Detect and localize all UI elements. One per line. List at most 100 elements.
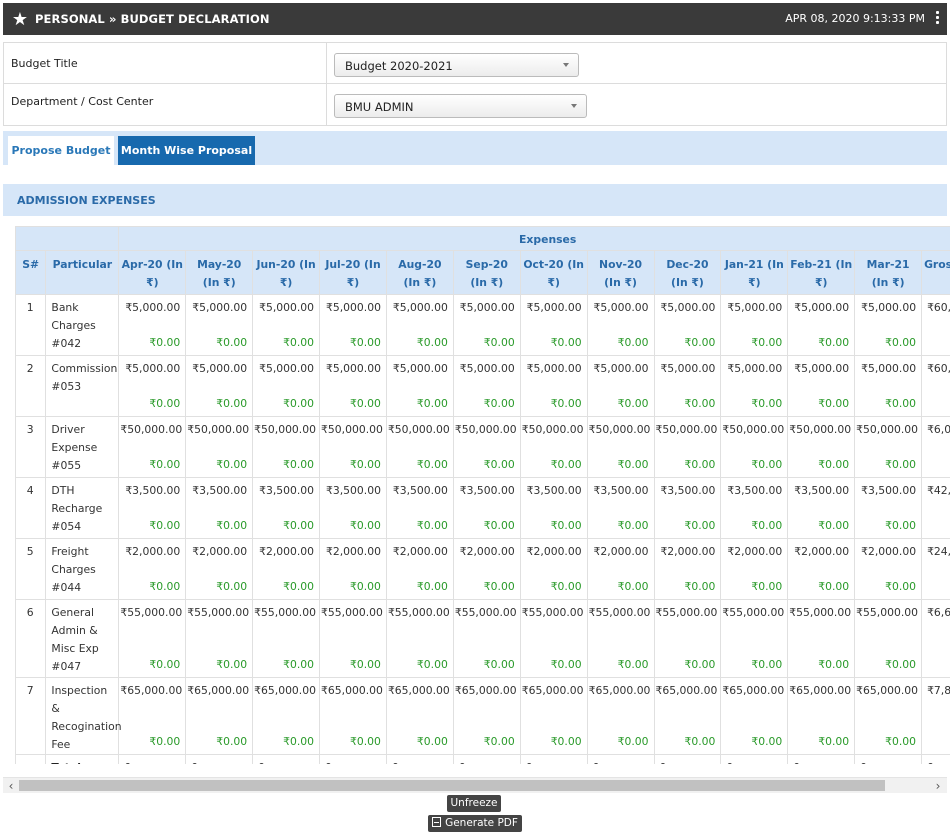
generate-pdf-button[interactable]: Generate PDF — [428, 815, 522, 832]
amount-cell[interactable]: ₹3,500.00 ₹0.00 — [586, 477, 655, 539]
unfreeze-button[interactable]: Unfreeze — [447, 795, 501, 812]
amount-cell[interactable]: ₹5,000.00 ₹0.00 — [586, 355, 655, 417]
amount-cell[interactable]: ₹3,500.00 ₹0.00 — [252, 477, 321, 539]
amount-cell[interactable]: ₹65,000.00 ₹0.00 — [118, 677, 187, 755]
amount-cell[interactable]: ₹3,500.00 ₹0.00 — [854, 477, 923, 539]
amount-cell[interactable]: ₹5,000.00 ₹0.00 — [519, 355, 588, 417]
amount-cell[interactable]: ₹65,000.00 ₹0.00 — [252, 677, 321, 755]
amount-cell[interactable]: ₹2,000.00 ₹0.00 — [319, 538, 387, 600]
amount-cell[interactable]: ₹50,000.00 ₹0.00 — [720, 416, 789, 478]
scroll-left-icon[interactable]: ‹ — [4, 779, 18, 793]
amount-cell[interactable]: ₹5,000.00 ₹0.00 — [319, 355, 387, 417]
amount-cell[interactable]: ₹5,000.00 ₹0.00 — [385, 355, 454, 417]
amount-cell[interactable]: ₹3,500.00 ₹0.00 — [720, 477, 789, 539]
amount-cell[interactable]: ₹50,000.00 ₹0.00 — [118, 416, 187, 478]
amount-cell[interactable]: ₹2,000.00 ₹0.00 — [185, 538, 254, 600]
amount-cell[interactable]: ₹50,000.00 ₹0.00 — [854, 416, 923, 478]
amount-cell[interactable]: ₹65,000.00 ₹0.00 — [854, 677, 923, 755]
amount-cell[interactable]: ₹5,000.00 ₹0.00 — [787, 294, 856, 356]
amount-cell[interactable]: ₹5,000.00 ₹0.00 — [720, 355, 789, 417]
amount-cell[interactable]: ₹55,000.00 ₹0.00 — [653, 599, 722, 678]
amount-cell[interactable]: ₹5,000.00 ₹0.00 — [720, 294, 789, 356]
amount-cell[interactable]: ₹55,000.00 ₹0.00 — [787, 599, 856, 678]
amount-cell[interactable]: ₹50,000.00 ₹0.00 — [519, 416, 588, 478]
amount-cell[interactable]: ₹3,500.00 ₹0.00 — [653, 477, 722, 539]
amount-cell[interactable]: ₹55,000.00 ₹0.00 — [385, 599, 454, 678]
amount-cell[interactable]: ₹55,000.00 ₹0.00 — [854, 599, 923, 678]
amount-cell[interactable]: ₹5,000.00 ₹0.00 — [319, 294, 387, 356]
column-header-particular: Particular — [45, 250, 120, 295]
amount-cell[interactable]: ₹3,500.00 ₹0.00 — [185, 477, 254, 539]
amount-cell[interactable]: ₹5,000.00 ₹0.00 — [653, 355, 722, 417]
actual-amount: ₹0.00 — [416, 336, 448, 349]
amount-cell[interactable]: ₹65,000.00 ₹0.00 — [452, 677, 521, 755]
amount-cell[interactable]: ₹50,000.00 ₹0.00 — [787, 416, 856, 478]
amount-cell[interactable]: ₹2,000.00 ₹0.00 — [586, 538, 655, 600]
amount-cell[interactable]: ₹5,000.00 ₹0.00 — [118, 355, 187, 417]
amount-cell[interactable]: ₹55,000.00 ₹0.00 — [519, 599, 588, 678]
amount-cell[interactable]: ₹3,500.00 ₹0.00 — [319, 477, 387, 539]
amount-cell[interactable]: ₹55,000.00 ₹0.00 — [586, 599, 655, 678]
amount-cell[interactable]: ₹5,000.00 ₹0.00 — [252, 294, 321, 356]
amount-cell[interactable]: ₹55,000.00 ₹0.00 — [452, 599, 521, 678]
amount-cell[interactable]: ₹2,000.00 ₹0.00 — [452, 538, 521, 600]
scrollbar-thumb[interactable] — [19, 780, 885, 791]
amount-cell[interactable]: ₹5,000.00 ₹0.00 — [854, 294, 923, 356]
amount-cell[interactable]: ₹50,000.00 ₹0.00 — [185, 416, 254, 478]
amount-cell[interactable]: ₹2,000.00 ₹0.00 — [720, 538, 789, 600]
amount-cell[interactable]: ₹2,000.00 ₹0.00 — [519, 538, 588, 600]
amount-cell[interactable]: ₹65,000.00 ₹0.00 — [385, 677, 454, 755]
amount-cell[interactable]: ₹50,000.00 ₹0.00 — [252, 416, 321, 478]
amount-cell[interactable]: ₹65,000.00 ₹0.00 — [319, 677, 387, 755]
star-icon[interactable]: ★ — [5, 9, 35, 30]
amount-cell[interactable]: ₹55,000.00 ₹0.00 — [252, 599, 321, 678]
amount-cell[interactable]: ₹55,000.00 ₹0.00 — [118, 599, 187, 678]
amount-cell[interactable]: ₹50,000.00 ₹0.00 — [319, 416, 387, 478]
amount-cell[interactable]: ₹5,000.00 ₹0.00 — [185, 294, 254, 356]
horizontal-scrollbar[interactable]: ‹ › — [3, 777, 947, 793]
amount-cell[interactable]: ₹5,000.00 ₹0.00 — [452, 355, 521, 417]
amount-cell[interactable]: ₹2,000.00 ₹0.00 — [787, 538, 856, 600]
budget-title-select[interactable]: Budget 2020-2021 — [334, 53, 579, 77]
budget-title-value: Budget 2020-2021 — [345, 59, 453, 73]
amount-cell[interactable]: ₹3,500.00 ₹0.00 — [452, 477, 521, 539]
tab-propose-budget[interactable]: Propose Budget — [8, 136, 114, 165]
amount-cell[interactable]: ₹5,000.00 ₹0.00 — [118, 294, 187, 356]
kebab-menu-icon[interactable] — [933, 9, 941, 29]
amount-cell[interactable]: ₹50,000.00 ₹0.00 — [586, 416, 655, 478]
amount-cell[interactable]: ₹2,000.00 ₹0.00 — [854, 538, 923, 600]
amount-cell[interactable]: ₹5,000.00 ₹0.00 — [653, 294, 722, 356]
amount-cell[interactable]: ₹2,000.00 ₹0.00 — [252, 538, 321, 600]
amount-cell[interactable]: ₹65,000.00 ₹0.00 — [653, 677, 722, 755]
amount-cell[interactable]: ₹2,000.00 ₹0.00 — [653, 538, 722, 600]
amount-cell[interactable]: ₹5,000.00 ₹0.00 — [185, 355, 254, 417]
amount-cell[interactable]: ₹65,000.00 ₹0.00 — [586, 677, 655, 755]
amount-cell[interactable]: ₹50,000.00 ₹0.00 — [653, 416, 722, 478]
amount-cell[interactable]: ₹50,000.00 ₹0.00 — [452, 416, 521, 478]
total-value: 0 — [921, 754, 950, 764]
amount-cell[interactable]: ₹3,500.00 ₹0.00 — [385, 477, 454, 539]
amount-cell[interactable]: ₹65,000.00 ₹0.00 — [519, 677, 588, 755]
amount-cell[interactable]: ₹65,000.00 ₹0.00 — [720, 677, 789, 755]
tab-month-wise-proposal[interactable]: Month Wise Proposal — [118, 136, 255, 165]
amount-cell[interactable]: ₹2,000.00 ₹0.00 — [385, 538, 454, 600]
amount-cell[interactable]: ₹5,000.00 ₹0.00 — [385, 294, 454, 356]
amount-cell[interactable]: ₹65,000.00 ₹0.00 — [185, 677, 254, 755]
amount-cell[interactable]: ₹3,500.00 ₹0.00 — [519, 477, 588, 539]
amount-cell[interactable]: ₹3,500.00 ₹0.00 — [118, 477, 187, 539]
amount-cell[interactable]: ₹55,000.00 ₹0.00 — [185, 599, 254, 678]
amount-cell[interactable]: ₹5,000.00 ₹0.00 — [586, 294, 655, 356]
amount-cell[interactable]: ₹3,500.00 ₹0.00 — [787, 477, 856, 539]
amount-cell[interactable]: ₹5,000.00 ₹0.00 — [452, 294, 521, 356]
amount-cell[interactable]: ₹65,000.00 ₹0.00 — [787, 677, 856, 755]
department-select[interactable]: BMU ADMIN — [334, 94, 587, 118]
amount-cell[interactable]: ₹2,000.00 ₹0.00 — [118, 538, 187, 600]
amount-cell[interactable]: ₹55,000.00 ₹0.00 — [319, 599, 387, 678]
amount-cell[interactable]: ₹5,000.00 ₹0.00 — [787, 355, 856, 417]
amount-cell[interactable]: ₹50,000.00 ₹0.00 — [385, 416, 454, 478]
amount-cell[interactable]: ₹5,000.00 ₹0.00 — [519, 294, 588, 356]
amount-cell[interactable]: ₹5,000.00 ₹0.00 — [252, 355, 321, 417]
scroll-right-icon[interactable]: › — [931, 779, 945, 793]
amount-cell[interactable]: ₹55,000.00 ₹0.00 — [720, 599, 789, 678]
amount-cell[interactable]: ₹5,000.00 ₹0.00 — [854, 355, 923, 417]
